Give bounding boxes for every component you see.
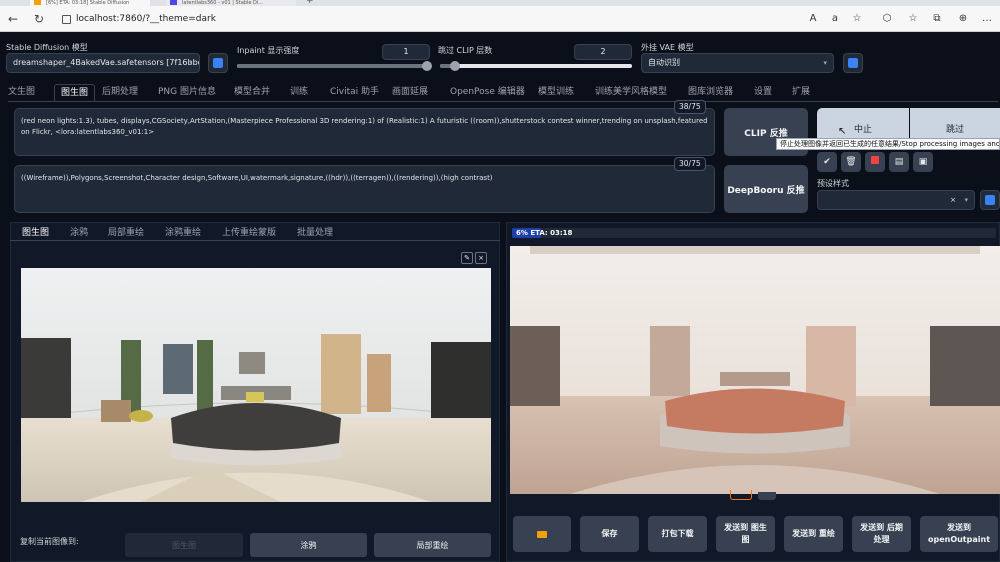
model-value: dreamshaper_4BakedVae.safetensors [7f16b… — [13, 58, 200, 67]
tab-favicon-icon — [170, 0, 177, 5]
main-tab[interactable]: PNG 图片信息 — [158, 84, 216, 100]
extensions-icon[interactable]: ⬡ — [880, 12, 894, 26]
address-bar: ← ↻ localhost:7860/?__theme=dark A a ☆ ⬡… — [0, 6, 1000, 32]
clip-skip-slider[interactable] — [440, 61, 632, 71]
main-tab[interactable]: Civitai 助手 — [330, 84, 379, 100]
apply-style-icon[interactable]: ✔ — [817, 152, 837, 172]
clip-skip-number[interactable]: 2 — [574, 44, 632, 60]
refresh-model-icon[interactable] — [208, 53, 228, 73]
sub-tab[interactable]: 局部重绘 — [108, 226, 144, 240]
style-label: 预设样式 — [817, 179, 849, 188]
refresh-vae-icon[interactable] — [843, 53, 863, 73]
main-tab[interactable]: OpenPose 编辑器 — [450, 84, 525, 100]
copy-to-img2img-button[interactable]: 图生图 — [125, 533, 243, 557]
sub-tab[interactable]: 涂鸦 — [70, 226, 88, 240]
clip-skip-slider-thumb[interactable] — [450, 61, 461, 71]
profile-icon[interactable]: ⊕ — [956, 12, 970, 26]
vae-label: 外挂 VAE 模型 — [641, 43, 694, 52]
main-tab[interactable]: 文生图 — [8, 84, 35, 100]
negative-prompt-text: ((Wireframe)),Polygons,Screenshot,Charac… — [21, 174, 493, 182]
positive-prompt-text: (red neon lights:1.3), tubes, displays,C… — [21, 117, 708, 136]
trash-icon[interactable]: 🗑 — [841, 152, 861, 172]
refresh-style-icon[interactable] — [980, 190, 1000, 210]
positive-prompt-input[interactable]: (red neon lights:1.3), tubes, displays,C… — [14, 108, 715, 156]
send-to-extras-button[interactable]: 发送到 后期处理 — [852, 516, 911, 552]
favorite-icon[interactable]: ☆ — [850, 12, 864, 26]
sub-tabs-divider — [10, 240, 500, 241]
style-select[interactable]: × ▾ — [817, 190, 975, 210]
gallery-thumbnail[interactable] — [758, 492, 776, 500]
main-tab[interactable]: 图生图 — [54, 84, 96, 101]
send-to-img2img-button[interactable]: 发送到 图生图 — [716, 516, 775, 552]
main-tab[interactable]: 后期处理 — [102, 84, 138, 100]
inpaint-slider[interactable] — [237, 61, 432, 71]
model-label: Stable Diffusion 模型 — [6, 43, 88, 52]
positive-token-counter: 38/75 — [674, 100, 706, 114]
send-to-openoutpaint-button[interactable]: 发送到 openOutpaint — [920, 516, 998, 552]
main-tabs-divider — [8, 101, 998, 102]
sub-tab[interactable]: 上传重绘蒙版 — [222, 226, 276, 240]
output-preview-image[interactable] — [510, 246, 1000, 494]
deepbooru-interrogate-button[interactable]: DeepBooru 反推 — [724, 165, 808, 213]
inpaint-slider-thumb[interactable] — [422, 61, 432, 71]
zip-download-button[interactable]: 打包下载 — [648, 516, 707, 552]
interrupt-tooltip: 停止处理图像并返回已生成的任意结果/Stop processing images… — [776, 138, 1000, 150]
open-folder-button[interactable] — [513, 516, 571, 552]
main-tab[interactable]: 训练美学风格模型 — [595, 84, 667, 100]
favorites-bar-icon[interactable]: ☆ — [906, 12, 920, 26]
read-aloud-icon[interactable]: A — [806, 12, 820, 26]
main-tabs: 文生图 图生图 后期处理 PNG 图片信息 模型合并 训练 Civitai 助手 画面延展 Op… — [8, 84, 988, 102]
progress-text: 6% ETA: 03:18 — [516, 229, 573, 237]
copy-to-label: 复制当前图像到: — [20, 537, 79, 546]
send-to-inpaint-button[interactable]: 发送到 重绘 — [784, 516, 843, 552]
sub-tab[interactable]: 批量处理 — [297, 226, 333, 240]
chevron-down-icon: ▾ — [823, 59, 827, 67]
more-icon[interactable]: … — [980, 12, 994, 26]
url-field[interactable]: localhost:7860/?__theme=dark — [76, 12, 216, 26]
inpaint-slider-fill — [237, 64, 427, 68]
clear-icon[interactable]: × — [950, 191, 956, 209]
main-tab[interactable]: 训练 — [290, 84, 308, 100]
translate-icon[interactable]: a — [828, 12, 842, 26]
back-icon[interactable]: ← — [6, 12, 20, 26]
collections-icon[interactable]: ⧉ — [930, 12, 944, 26]
main-tab[interactable]: 模型合并 — [234, 84, 270, 100]
copy-to-sketch-button[interactable]: 涂鸦 — [250, 533, 367, 557]
inpaint-label: Inpaint 显示强度 — [237, 46, 300, 55]
save-button[interactable]: 保存 — [580, 516, 639, 552]
main-tab[interactable]: 设置 — [754, 84, 772, 100]
copy-to-inpaint-button[interactable]: 局部重绘 — [374, 533, 491, 557]
sub-tab[interactable]: 涂鸦重绘 — [165, 226, 201, 240]
main-tab[interactable]: 扩展 — [792, 84, 810, 100]
tab-favicon-icon — [34, 0, 41, 5]
model-select[interactable]: dreamshaper_4BakedVae.safetensors [7f16b… — [6, 53, 200, 73]
chevron-down-icon: • — [188, 59, 193, 67]
edit-icon[interactable]: ✎ — [461, 252, 473, 264]
folder-icon — [537, 530, 547, 538]
negative-prompt-input[interactable]: ((Wireframe)),Polygons,Screenshot,Charac… — [14, 165, 715, 213]
gallery-thumbnail-selected[interactable] — [730, 490, 752, 500]
close-icon[interactable]: × — [475, 252, 487, 264]
chevron-down-icon: ▾ — [964, 196, 968, 204]
inpaint-number[interactable]: 1 — [382, 44, 430, 60]
progress-bar: 6% ETA: 03:18 — [512, 228, 996, 238]
sub-tab[interactable]: 图生图 — [22, 226, 49, 240]
negative-token-counter: 30/75 — [674, 157, 706, 171]
main-tab[interactable]: 模型训练 — [538, 84, 574, 100]
reload-icon[interactable]: ↻ — [32, 12, 46, 26]
extra-networks-icon[interactable] — [865, 152, 885, 172]
read-params-icon[interactable]: ▤ — [889, 152, 909, 172]
vae-value: 自动识别 — [648, 58, 680, 67]
input-image[interactable] — [21, 268, 491, 502]
clip-skip-label: 跳过 CLIP 层数 — [438, 46, 493, 55]
main-tab[interactable]: 画面延展 — [392, 84, 428, 100]
page-info-icon[interactable] — [62, 15, 71, 24]
mouse-cursor-icon: ↖ — [838, 126, 847, 137]
vae-select[interactable]: 自动识别 ▾ — [641, 53, 834, 73]
main-tab[interactable]: 图库浏览器 — [688, 84, 733, 100]
save-style-icon[interactable]: ▣ — [913, 152, 933, 172]
